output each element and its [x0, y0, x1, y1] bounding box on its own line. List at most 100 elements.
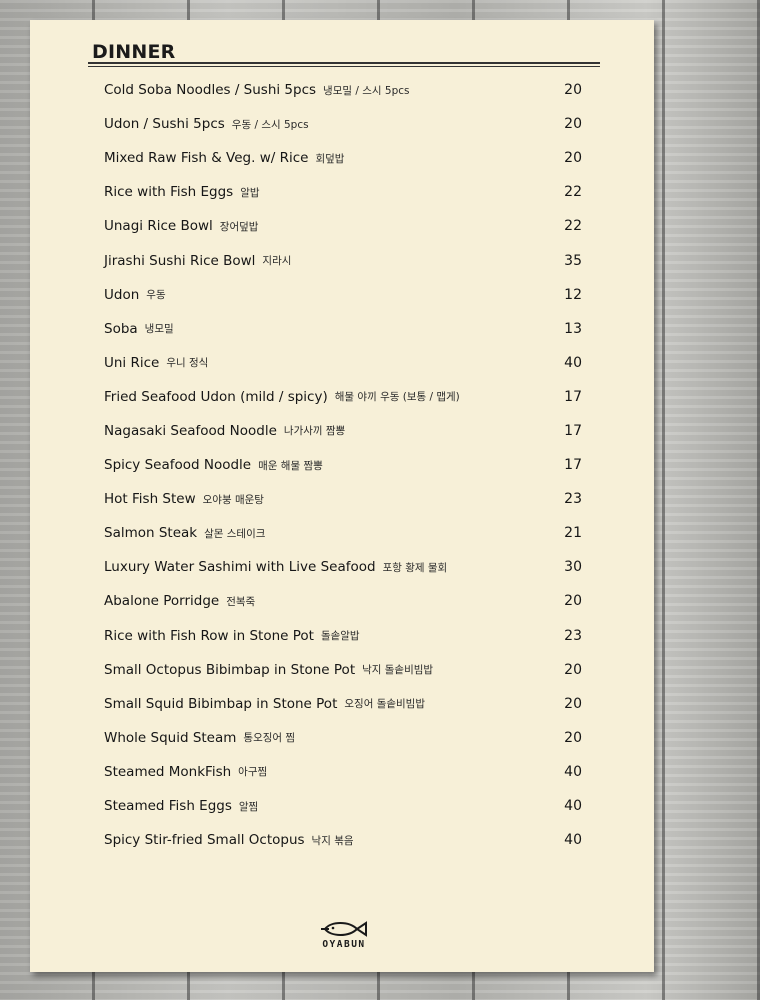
menu-item-price: 40 [564, 832, 582, 849]
menu-item-price: 22 [564, 218, 582, 235]
menu-item-price: 12 [564, 286, 582, 303]
menu-item-name: Spicy Seafood Noodle [104, 457, 252, 474]
menu-item-price: 20 [564, 116, 582, 133]
menu-item-korean-name: 살몬 스테이크 [204, 527, 266, 540]
menu-item-korean-name: 알찜 [238, 800, 259, 813]
menu-item: Nagasaki Seafood Noodle 나가사끼 짬뽕 17 [104, 414, 582, 448]
title-divider-thin [88, 66, 600, 67]
menu-item-price: 13 [564, 320, 582, 337]
title-divider [88, 62, 600, 64]
menu-item-price: 20 [564, 695, 582, 712]
menu-item-price: 40 [564, 763, 582, 780]
menu-item-name: Udon [104, 286, 140, 303]
menu-item: Udon / Sushi 5pcs 우동 / 스시 5pcs 20 [104, 107, 582, 141]
menu-item-name: Uni Rice [104, 354, 160, 371]
menu-item-price: 20 [564, 150, 582, 167]
menu-item-price: 23 [564, 491, 582, 508]
menu-item: Unagi Rice Bowl 장어덮밥 22 [104, 209, 582, 243]
menu-item-price: 23 [564, 627, 582, 644]
menu-item-name: Jirashi Sushi Rice Bowl [104, 252, 256, 269]
brand-logo: OYABUN [312, 920, 376, 956]
menu-item-price: 22 [564, 184, 582, 201]
menu-item-price: 40 [564, 798, 582, 815]
menu-item-korean-name: 알밥 [240, 186, 260, 199]
menu-item-name: Luxury Water Sashimi with Live Seafood [104, 559, 376, 576]
menu-item: Abalone Porridge 전복죽 20 [104, 584, 582, 618]
menu-item-name: Steamed Fish Eggs [104, 798, 232, 815]
menu-item-price: 17 [564, 388, 582, 405]
menu-item-korean-name: 낙지 볶음 [311, 834, 354, 847]
menu-item: Small Squid Bibimbap in Stone Pot 오징어 돌솥비… [104, 687, 582, 721]
menu-item-korean-name: 우동 [146, 289, 166, 302]
menu-item-korean-name: 오야붕 매운탕 [202, 493, 264, 506]
menu-item-price: 35 [564, 252, 582, 269]
menu-item: Jirashi Sushi Rice Bowl 지라시 35 [104, 243, 582, 277]
menu-list: Cold Soba Noodles / Sushi 5pcs 냉모밀 / 스시 5… [104, 73, 582, 857]
menu-item-price: 17 [564, 457, 582, 474]
menu-item: Fried Seafood Udon (mild / spicy) 해물 야끼 우… [104, 380, 582, 414]
menu-item: Cold Soba Noodles / Sushi 5pcs 냉모밀 / 스시 5… [104, 73, 582, 107]
menu-item-name: Nagasaki Seafood Noodle [104, 422, 277, 439]
menu-item: Rice with Fish Row in Stone Pot 돌솥알밥 23 [104, 619, 582, 653]
menu-item: Steamed Fish Eggs 알찜 40 [104, 789, 582, 823]
menu-item-korean-name: 매운 해물 짬뽕 [258, 459, 323, 472]
menu-item-name: Unagi Rice Bowl [104, 218, 213, 235]
menu-item: Udon 우동 12 [104, 278, 582, 312]
menu-item: Luxury Water Sashimi with Live Seafood 포항… [104, 550, 582, 584]
menu-item-name: Fried Seafood Udon (mild / spicy) [104, 388, 328, 405]
menu-item-korean-name: 포항 황제 물회 [382, 561, 448, 574]
menu-item-name: Cold Soba Noodles / Sushi 5pcs [104, 82, 317, 99]
menu-item-name: Small Squid Bibimbap in Stone Pot [104, 695, 338, 712]
menu-item-name: Small Octopus Bibimbap in Stone Pot [104, 661, 356, 678]
menu-item-korean-name: 냉모밀 [144, 323, 174, 336]
menu-item-korean-name: 회덮밥 [315, 152, 345, 165]
menu-item-price: 30 [564, 559, 582, 576]
menu-item-name: Rice with Fish Eggs [104, 184, 234, 201]
menu-item: Hot Fish Stew 오야붕 매운탕 23 [104, 482, 582, 516]
menu-item: Whole Squid Steam 통오징어 찜 20 [104, 721, 582, 755]
menu-item-name: Spicy Stir-fried Small Octopus [104, 832, 305, 849]
menu-item-korean-name: 오징어 돌솥비빔밥 [344, 698, 425, 711]
menu-item-korean-name: 지라시 [262, 255, 292, 268]
menu-item-name: Soba [104, 320, 138, 337]
menu-item-name: Mixed Raw Fish & Veg. w/ Rice [104, 150, 309, 167]
menu-title: DINNER [92, 41, 176, 63]
menu-item-korean-name: 해물 야끼 우동 (보통 / 맵게) [334, 391, 460, 404]
menu-item: Spicy Stir-fried Small Octopus 낙지 볶음 40 [104, 823, 582, 857]
menu-card: DINNER Cold Soba Noodles / Sushi 5pcs 냉모밀… [30, 20, 654, 972]
menu-item-price: 17 [564, 422, 582, 439]
menu-item-korean-name: 전복죽 [226, 595, 256, 608]
menu-item-name: Whole Squid Steam [104, 729, 237, 746]
menu-item-name: Salmon Steak [104, 525, 198, 542]
menu-item-korean-name: 나가사끼 짬뽕 [283, 425, 346, 438]
menu-item-price: 21 [564, 525, 582, 542]
menu-item-name: Abalone Porridge [104, 593, 220, 610]
menu-item-korean-name: 통오징어 찜 [243, 732, 296, 745]
menu-item-korean-name: 아구찜 [238, 766, 268, 779]
menu-item: Mixed Raw Fish & Veg. w/ Rice 회덮밥 20 [104, 141, 582, 175]
menu-item-price: 20 [564, 729, 582, 746]
menu-item-name: Steamed MonkFish [104, 763, 232, 780]
menu-item-name: Hot Fish Stew [104, 491, 196, 508]
menu-item: Steamed MonkFish 아구찜 40 [104, 755, 582, 789]
menu-item: Soba 냉모밀 13 [104, 312, 582, 346]
menu-item-korean-name: 돌솥알밥 [320, 630, 360, 643]
menu-item-price: 20 [564, 593, 582, 610]
logo-text: OYABUN [322, 939, 366, 950]
menu-item-korean-name: 낙지 돌솥비빔밥 [362, 664, 434, 677]
menu-item-korean-name: 우니 정식 [166, 357, 209, 370]
menu-item-korean-name: 냉모밀 / 스시 5pcs [323, 84, 410, 97]
menu-item-korean-name: 우동 / 스시 5pcs [231, 118, 309, 131]
menu-item-price: 40 [564, 354, 582, 371]
menu-item-price: 20 [564, 661, 582, 678]
menu-item: Small Octopus Bibimbap in Stone Pot 낙지 돌솥… [104, 653, 582, 687]
fish-icon [321, 921, 367, 937]
menu-item: Rice with Fish Eggs 알밥 22 [104, 175, 582, 209]
menu-item: Spicy Seafood Noodle 매운 해물 짬뽕 17 [104, 448, 582, 482]
menu-item: Uni Rice 우니 정식 40 [104, 346, 582, 380]
menu-item: Salmon Steak 살몬 스테이크 21 [104, 516, 582, 550]
menu-item-korean-name: 장어덮밥 [219, 220, 259, 233]
menu-item-price: 20 [564, 82, 582, 99]
menu-item-name: Rice with Fish Row in Stone Pot [104, 627, 314, 644]
menu-item-name: Udon / Sushi 5pcs [104, 116, 225, 133]
